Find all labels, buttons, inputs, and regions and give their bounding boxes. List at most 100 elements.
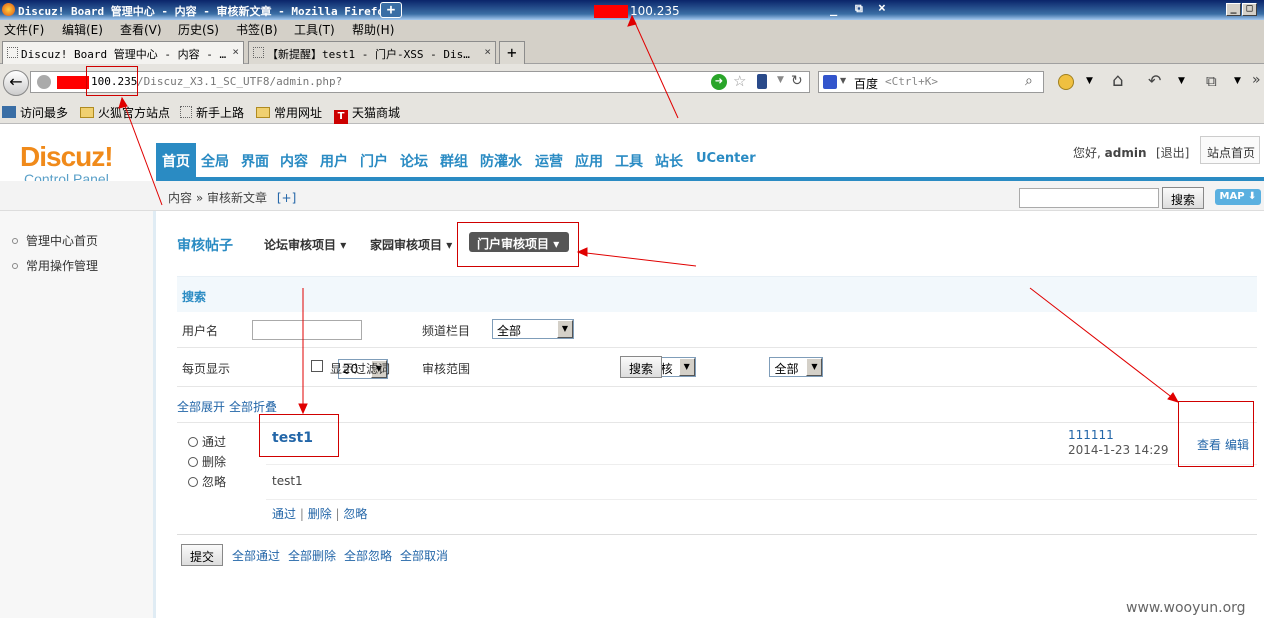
menu-tools[interactable]: 工具(T) <box>294 21 335 38</box>
post-author[interactable]: 111111 <box>1068 428 1114 442</box>
tab-thread[interactable]: 【新提醒】test1 - 门户-XSS - Dis… × <box>248 41 496 64</box>
option-ignore[interactable]: 忽略 <box>188 473 226 490</box>
cancel-all-link[interactable]: 全部取消 <box>400 547 448 564</box>
search-submit-button[interactable]: 搜索 <box>620 356 663 378</box>
chevron-down-icon: ▼ <box>806 358 823 376</box>
topnav-operation[interactable]: 运营 <box>535 151 563 171</box>
url-bar[interactable]: 100.235 /Discuz_X3.1_SC_UTF8/admin.php? … <box>30 71 810 93</box>
annotation-box-title <box>259 414 339 457</box>
new-tab-button[interactable]: + <box>499 41 525 64</box>
bookmark-star-icon[interactable]: ☆ <box>733 72 746 90</box>
tab-admin[interactable]: Discuz! Board 管理中心 - 内容 - … × <box>2 41 244 64</box>
sidebar-item-admin-home[interactable]: 管理中心首页 <box>12 232 98 249</box>
option-delete[interactable]: 删除 <box>188 453 226 470</box>
inner-minimize-icon[interactable]: _ <box>830 2 837 16</box>
breadcrumb-current: 审核新文章 <box>207 191 268 205</box>
maximize-button[interactable]: □ <box>1242 3 1257 16</box>
topnav-tools[interactable]: 工具 <box>615 151 643 171</box>
undo-icon[interactable]: ↶ <box>1148 71 1161 90</box>
topnav-global[interactable]: 全局 <box>201 151 229 171</box>
search-bar[interactable]: ▼ 百度 <Ctrl+K> ⌕ <box>818 71 1044 93</box>
delete-all-link[interactable]: 全部删除 <box>288 547 336 564</box>
bookmark-getting-started[interactable]: 新手上路 <box>180 104 244 121</box>
page-icon <box>253 47 264 58</box>
phone-icon[interactable] <box>757 74 767 89</box>
bookmark-icon <box>2 106 16 118</box>
folder-icon <box>80 107 94 118</box>
channel-select[interactable]: 全部 ▼ <box>492 319 574 339</box>
username: admin <box>1104 146 1147 160</box>
topnav-home[interactable]: 首页 <box>156 143 196 177</box>
ignore-all-link[interactable]: 全部忽略 <box>344 547 392 564</box>
topnav-apps[interactable]: 应用 <box>575 151 603 171</box>
pass-all-link[interactable]: 全部通过 <box>232 547 280 564</box>
logout-link[interactable]: [退出] <box>1156 144 1189 161</box>
topnav-user[interactable]: 用户 <box>320 151 348 171</box>
topnav-founder[interactable]: 站长 <box>655 151 683 171</box>
go-icon[interactable]: ➜ <box>711 74 727 90</box>
dropdown-arrow-icon[interactable]: ▼ <box>840 76 846 85</box>
breadcrumb-content[interactable]: 内容 <box>168 191 192 205</box>
topnav-forum[interactable]: 论坛 <box>400 151 428 171</box>
search-icon[interactable]: ⌕ <box>1025 73 1033 89</box>
home-icon[interactable]: ⌂ <box>1112 70 1123 91</box>
topnav-group[interactable]: 群组 <box>440 151 468 171</box>
topnav-content[interactable]: 内容 <box>280 151 308 171</box>
tab-forum-moderation[interactable]: 论坛审核项目 ▾ <box>264 236 346 253</box>
username-input[interactable] <box>252 320 362 340</box>
post-time: 2014-1-23 14:29 <box>1068 443 1169 457</box>
window-title: Discuz! Board 管理中心 - 内容 - 审核新文章 - Mozill… <box>18 5 391 18</box>
bookmark-tmall[interactable]: T 天猫商城 <box>334 104 400 124</box>
tab-home-moderation[interactable]: 家园审核项目 ▾ <box>370 236 452 253</box>
crop-icon[interactable]: ⧉ <box>1206 72 1217 90</box>
action-delete-link[interactable]: 删除 <box>308 507 332 521</box>
menu-view[interactable]: 查看(V) <box>120 21 162 38</box>
tab-label: Discuz! Board 管理中心 - 内容 - … <box>21 48 227 61</box>
bookmark-common-sites[interactable]: 常用网址 <box>256 104 322 121</box>
row-divider <box>177 422 1257 423</box>
bookmark-most-visited[interactable]: 访问最多 <box>2 104 68 121</box>
topnav-portal[interactable]: 门户 <box>360 151 388 171</box>
chevron-down-icon: ▼ <box>557 320 573 338</box>
topnav-antispam[interactable]: 防灌水 <box>480 151 522 171</box>
overflow-icon[interactable]: » <box>1252 72 1261 88</box>
admin-search-button[interactable]: 搜索 <box>1162 187 1205 209</box>
chevron-down-icon: ▼ <box>678 358 695 376</box>
menu-edit[interactable]: 编辑(E) <box>62 21 103 38</box>
scope2-select[interactable]: 全部 ▼ <box>769 357 824 377</box>
dropdown-arrow-icon[interactable]: ▼ <box>1178 76 1185 86</box>
expand-all-link[interactable]: 全部展开 <box>177 398 225 415</box>
option-pass[interactable]: 通过 <box>188 433 226 450</box>
dropdown-arrow-icon[interactable]: ▼ <box>1234 76 1241 86</box>
filter-checkbox[interactable] <box>311 360 323 372</box>
radio-icon <box>188 457 198 467</box>
topnav-ucenter[interactable]: UCenter <box>696 151 756 166</box>
close-tab-icon[interactable]: × <box>484 45 491 58</box>
back-button[interactable]: ← <box>3 70 29 96</box>
menu-help[interactable]: 帮助(H) <box>352 21 394 38</box>
map-button[interactable]: MAP ⬇ <box>1215 189 1261 205</box>
action-pass-link[interactable]: 通过 <box>272 507 296 521</box>
admin-search-input[interactable] <box>1019 188 1159 208</box>
inner-close-icon[interactable]: × <box>878 1 886 16</box>
sidebar-item-common-ops[interactable]: 常用操作管理 <box>12 257 98 274</box>
dropdown-arrow-icon[interactable]: ▼ <box>1086 76 1093 86</box>
bookmark-firefox[interactable]: 火狐官方站点 <box>80 104 170 121</box>
close-tab-icon[interactable]: × <box>232 45 239 58</box>
menu-history[interactable]: 历史(S) <box>178 21 219 38</box>
post-body: test1 <box>272 474 303 488</box>
submit-button[interactable]: 提交 <box>181 544 224 566</box>
addon-face-icon[interactable] <box>1058 74 1074 90</box>
minimize-button[interactable]: _ <box>1226 3 1241 16</box>
action-ignore-link[interactable]: 忽略 <box>343 507 367 521</box>
dropdown-arrow-icon[interactable]: ▼ <box>777 75 784 85</box>
add-shortcut-link[interactable]: [+] <box>277 191 296 205</box>
inner-restore-icon[interactable]: ⧉ <box>855 2 863 16</box>
topnav-style[interactable]: 界面 <box>241 151 269 171</box>
page-icon <box>7 47 18 58</box>
menu-bookmarks[interactable]: 书签(B) <box>236 21 278 38</box>
collapse-all-link[interactable]: 全部折叠 <box>229 398 277 415</box>
menu-file[interactable]: 文件(F) <box>4 21 44 38</box>
reload-icon[interactable]: ↻ <box>791 73 803 89</box>
site-home-button[interactable]: 站点首页 <box>1200 136 1260 164</box>
